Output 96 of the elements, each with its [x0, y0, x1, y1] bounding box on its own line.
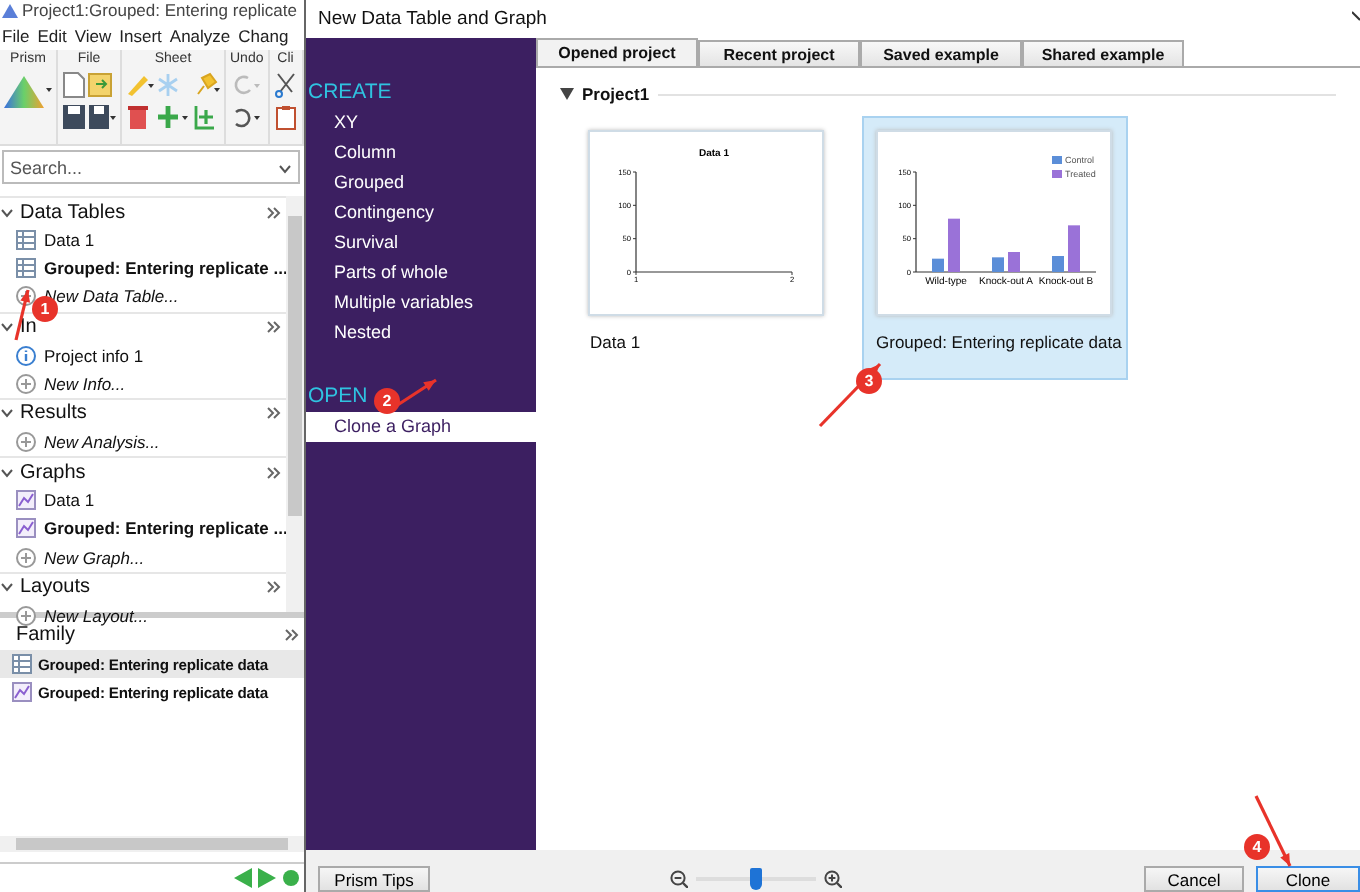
clipboard-icon[interactable]	[273, 104, 298, 130]
caret-icon[interactable]	[0, 580, 14, 595]
dropdown-caret-icon	[278, 161, 292, 173]
double-chevron-icon[interactable]	[284, 627, 300, 641]
navigator-item[interactable]: Project info 1	[44, 345, 144, 366]
navigator-item[interactable]: New Analysis...	[44, 432, 160, 453]
prism-logo-icon	[2, 4, 18, 18]
sidebar-item[interactable]: Column	[306, 138, 536, 168]
zoom-in-icon[interactable]	[824, 870, 842, 888]
table-icon	[16, 258, 36, 279]
sidebar-item[interactable]: XY	[306, 108, 536, 138]
sidebar-item[interactable]: Clone a Graph	[306, 412, 536, 442]
menu-item[interactable]: File	[2, 26, 30, 46]
tips-button[interactable]: Prism Tips	[318, 866, 430, 892]
sidebar-item[interactable]: Survival	[306, 228, 536, 258]
caret-icon[interactable]	[0, 205, 14, 219]
trash-icon[interactable]	[126, 104, 150, 130]
back-arrow-icon[interactable]	[234, 868, 252, 888]
graph-icon	[12, 682, 32, 703]
menu-item[interactable]: Insert	[119, 26, 162, 46]
bar	[948, 217, 961, 271]
thumbnail-label: Grouped: Entering replicate data	[874, 332, 1122, 354]
section-header[interactable]: Results	[20, 402, 260, 425]
double-chevron-icon[interactable]	[266, 406, 282, 421]
tab[interactable]: Recent project	[698, 40, 860, 66]
menu-item[interactable]: Chang	[238, 26, 289, 46]
caret-icon[interactable]	[0, 406, 14, 421]
double-chevron-icon[interactable]	[266, 465, 282, 480]
zoom-out-icon[interactable]	[670, 870, 688, 888]
search-field[interactable]: Search...	[2, 150, 300, 184]
dialog-title: New Data Table and Graph	[318, 8, 547, 30]
forward-arrow-icon[interactable]	[258, 868, 276, 888]
navigator-item[interactable]: Grouped: Entering replicate ...	[44, 258, 286, 279]
scissors-icon[interactable]	[273, 72, 298, 98]
prism-logo-icon[interactable]	[4, 72, 52, 108]
plus-icon[interactable]	[156, 104, 190, 130]
bar	[1008, 251, 1021, 271]
bar	[932, 257, 945, 271]
caret-icon[interactable]	[560, 88, 574, 100]
save-as-icon[interactable]	[88, 104, 116, 130]
navigator-item[interactable]: Grouped: Entering replicate ...	[44, 518, 286, 539]
graph-icon	[16, 518, 36, 539]
scrollbar[interactable]	[0, 836, 304, 852]
panel-header: Family	[16, 623, 75, 645]
graph-icon	[16, 490, 36, 511]
clone-button[interactable]: Clone	[1256, 866, 1360, 892]
annotation-badge: 3	[856, 368, 882, 394]
section-header[interactable]: In	[20, 316, 260, 339]
annotation-badge: 4	[1244, 834, 1270, 860]
table-icon	[16, 230, 36, 251]
tab[interactable]: Saved example	[860, 40, 1022, 66]
caret-icon[interactable]	[0, 465, 14, 480]
table-plus-icon[interactable]	[192, 104, 216, 130]
menu-item[interactable]: Edit	[37, 26, 67, 46]
bar	[1068, 224, 1081, 271]
sidebar-item[interactable]: Multiple variables	[306, 288, 536, 318]
bar	[1052, 255, 1065, 271]
sidebar-header: OPEN	[306, 382, 368, 412]
annotation-arrow	[395, 378, 437, 408]
save-icon[interactable]	[62, 104, 86, 130]
caret-icon[interactable]	[0, 320, 14, 335]
annotation-arrow	[1254, 795, 1292, 867]
scrollbar[interactable]	[286, 196, 304, 612]
group-header: Project1	[582, 84, 650, 104]
bar	[992, 256, 1005, 271]
tab[interactable]: Shared example	[1022, 40, 1184, 66]
section-header[interactable]: Layouts	[20, 576, 260, 599]
double-chevron-icon[interactable]	[266, 580, 282, 595]
sidebar-item[interactable]: Grouped	[306, 168, 536, 198]
sidebar-item[interactable]: Parts of whole	[306, 258, 536, 288]
add-icon	[16, 547, 36, 568]
section-header[interactable]: Data Tables	[20, 201, 260, 223]
double-chevron-icon[interactable]	[266, 205, 282, 219]
add-icon	[16, 605, 36, 626]
undo-icon[interactable]	[230, 104, 263, 130]
thumbnail-label: Data 1	[588, 332, 643, 354]
navigator-item[interactable]: New Info...	[44, 373, 126, 394]
navigator-item[interactable]: New Graph...	[44, 547, 145, 568]
menu-item[interactable]: Analyze	[169, 26, 231, 46]
tab[interactable]: Opened project	[536, 38, 698, 66]
menu-item[interactable]: View	[74, 26, 112, 46]
sidebar-item[interactable]: Nested	[306, 318, 536, 348]
navigator-item[interactable]: Data 1	[44, 230, 95, 251]
table-icon	[12, 654, 32, 675]
double-chevron-icon[interactable]	[266, 320, 282, 335]
navigator-item[interactable]: Data 1	[44, 490, 95, 511]
add-icon	[16, 373, 36, 394]
cancel-button[interactable]: Cancel	[1144, 866, 1244, 892]
info-icon	[16, 345, 36, 366]
window-title: Project1:Grouped: Entering replicate	[22, 0, 297, 22]
sidebar-header: CREATE	[306, 78, 392, 108]
section-header[interactable]: Graphs	[20, 461, 260, 484]
slider-thumb[interactable]	[750, 868, 762, 890]
sidebar-item[interactable]: Contingency	[306, 198, 536, 228]
add-icon	[16, 432, 36, 453]
navigator-item[interactable]: New Layout...	[44, 605, 148, 626]
